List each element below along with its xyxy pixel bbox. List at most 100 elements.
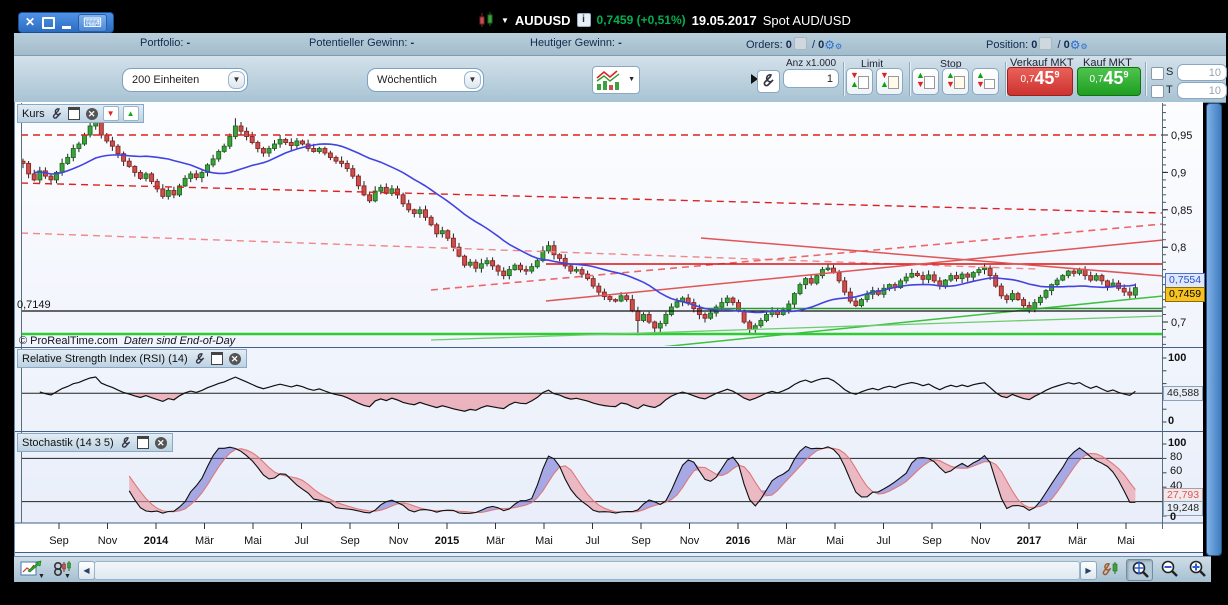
wrench-icon[interactable] bbox=[118, 436, 132, 449]
zoom-in-button[interactable] bbox=[1184, 559, 1209, 579]
vertical-scrollbar[interactable] bbox=[1206, 103, 1222, 556]
target-distance-input[interactable] bbox=[1177, 82, 1227, 99]
position-box-icon[interactable] bbox=[1039, 37, 1052, 50]
arrow-down-button[interactable]: ▼ bbox=[103, 106, 119, 121]
zoom-area-icon bbox=[1129, 560, 1151, 578]
stop-checkbox[interactable] bbox=[1151, 67, 1164, 80]
svg-text:Mär: Mär bbox=[1068, 535, 1087, 547]
chart-canvas[interactable]: 0,95 0,9 0,85 0,8 0,7 Sep Nov 2014 Mär M… bbox=[15, 102, 1203, 556]
svg-text:Mai: Mai bbox=[244, 535, 262, 547]
scrollbar-left-button[interactable]: ◀ bbox=[78, 561, 95, 580]
stop-distance-input[interactable] bbox=[1177, 64, 1227, 81]
svg-text:0,9: 0,9 bbox=[1171, 167, 1186, 179]
svg-text:Jul: Jul bbox=[876, 535, 890, 547]
timeframe-dropdown[interactable]: Wöchentlich ▼ bbox=[367, 68, 484, 92]
zoom-out-icon bbox=[1158, 559, 1180, 577]
svg-text:Mär: Mär bbox=[777, 535, 796, 547]
svg-text:0,7: 0,7 bbox=[1171, 317, 1186, 329]
svg-text:0,95: 0,95 bbox=[1171, 130, 1192, 142]
scrollbar-right-button[interactable]: ▶ bbox=[1080, 561, 1097, 580]
units-dropdown-value: 200 Einheiten bbox=[132, 74, 199, 86]
window-icon[interactable] bbox=[67, 107, 81, 120]
window-controls[interactable]: ✕ ⌨ bbox=[18, 12, 114, 33]
stochastic-panel-title: Stochastik (14 3 5) bbox=[22, 437, 114, 449]
chevron-down-icon[interactable]: ▼ bbox=[464, 71, 481, 89]
new-chart-button[interactable]: ▼ bbox=[20, 559, 46, 584]
order-settings-button[interactable] bbox=[757, 70, 780, 93]
svg-text:Nov: Nov bbox=[389, 535, 409, 547]
stoch-60-label: 60 bbox=[1170, 465, 1182, 477]
svg-text:Nov: Nov bbox=[680, 535, 700, 547]
stoch-min-label: 0 bbox=[1170, 511, 1176, 523]
kurs-panel-header: Kurs ✕ ▼ ▲ bbox=[17, 104, 144, 123]
symbol-label: AUDUSD bbox=[515, 13, 571, 28]
minimize-icon[interactable] bbox=[62, 26, 71, 29]
wrench-chart-icon bbox=[1100, 560, 1120, 579]
stop-folder-button[interactable]: ▲▼ bbox=[972, 68, 999, 95]
chevron-down-icon[interactable]: ▼ bbox=[628, 76, 635, 83]
new-chart-icon: ▼ bbox=[20, 559, 46, 579]
stochastic-panel-header: Stochastik (14 3 5) ✕ bbox=[17, 433, 173, 452]
close-icon[interactable]: ✕ bbox=[85, 107, 99, 120]
svg-text:Nov: Nov bbox=[98, 535, 118, 547]
limit-order-button[interactable]: ▼▲ bbox=[876, 68, 903, 95]
support-level-label: 0,7149 bbox=[17, 299, 51, 311]
link-chart-button[interactable]: ▼ bbox=[52, 559, 76, 584]
maximize-icon[interactable] bbox=[42, 17, 55, 29]
chevron-down-icon[interactable]: ▼ bbox=[228, 71, 245, 89]
info-icon[interactable]: i bbox=[577, 13, 591, 27]
svg-text:Mai: Mai bbox=[535, 535, 553, 547]
chart-style-icon bbox=[595, 68, 623, 92]
rsi-max-label: 100 bbox=[1168, 352, 1186, 364]
instrument-label: Spot AUD/USD bbox=[763, 13, 851, 28]
target-checkbox[interactable] bbox=[1151, 85, 1164, 98]
window-icon[interactable] bbox=[136, 436, 150, 449]
svg-text:0,8: 0,8 bbox=[1171, 242, 1186, 254]
chevron-down-icon[interactable]: ▼ bbox=[501, 16, 509, 25]
window-icon[interactable] bbox=[210, 352, 224, 365]
rsi-value-chip: 46,588 bbox=[1163, 386, 1203, 401]
kurs-panel-title: Kurs bbox=[22, 108, 45, 120]
quantity-label: Anz x1.000 bbox=[786, 58, 836, 69]
svg-text:▼: ▼ bbox=[64, 573, 71, 579]
zoom-out-button[interactable] bbox=[1156, 559, 1181, 579]
orders-item: Orders: 0 / 0⚙⚙ bbox=[746, 37, 842, 52]
quantity-input[interactable] bbox=[783, 69, 839, 88]
title-bar: ▼ AUDUSD i 0,7459 (+0,51%) 19.05.2017 Sp… bbox=[478, 9, 851, 31]
units-dropdown[interactable]: 200 Einheiten ▼ bbox=[122, 68, 248, 92]
svg-text:2014: 2014 bbox=[144, 535, 169, 547]
svg-text:Jul: Jul bbox=[585, 535, 599, 547]
target-checkbox-label: T bbox=[1166, 84, 1173, 96]
date-label: 19.05.2017 bbox=[692, 13, 757, 28]
wrench-icon[interactable] bbox=[49, 107, 63, 120]
svg-text:▼: ▼ bbox=[38, 573, 45, 579]
arrow-up-button[interactable]: ▲ bbox=[123, 106, 139, 121]
svg-text:Jul: Jul bbox=[294, 535, 308, 547]
sell-market-button[interactable]: 0,7459 bbox=[1007, 67, 1073, 96]
close-icon[interactable]: ✕ bbox=[154, 436, 168, 449]
close-icon[interactable]: ✕ bbox=[228, 352, 242, 365]
stop-order-button[interactable]: ▲▼ bbox=[942, 68, 969, 95]
stoch-80-label: 80 bbox=[1170, 451, 1182, 463]
chart-region[interactable]: 0,95 0,9 0,85 0,8 0,7 Sep Nov 2014 Mär M… bbox=[14, 102, 1203, 556]
bottom-toolbar: ▼ ▼ ◀ ▶ bbox=[14, 556, 1211, 582]
svg-text:2015: 2015 bbox=[435, 535, 459, 547]
keyboard-icon[interactable]: ⌨ bbox=[78, 14, 107, 32]
timeframe-dropdown-value: Wöchentlich bbox=[377, 74, 437, 86]
main-toolbar: 200 Einheiten ▼ Wöchentlich ▼ ▼ Anz x1.0… bbox=[14, 56, 1226, 103]
wrench-icon[interactable] bbox=[192, 352, 206, 365]
stoch-100-label: 100 bbox=[1168, 437, 1186, 449]
close-icon[interactable]: ✕ bbox=[25, 13, 35, 32]
wrench-icon bbox=[759, 72, 776, 89]
stop-close-button[interactable]: ▲▼ bbox=[912, 68, 939, 95]
buy-market-button[interactable]: 0,7459 bbox=[1077, 67, 1141, 96]
zoom-select-button[interactable] bbox=[1126, 559, 1153, 581]
chart-style-button[interactable]: ▼ bbox=[592, 66, 640, 94]
position-gear-icon[interactable]: ⚙⚙ bbox=[1070, 38, 1088, 52]
orders-gear-icon[interactable]: ⚙⚙ bbox=[824, 38, 842, 52]
orders-box-icon[interactable] bbox=[794, 37, 807, 50]
limit-close-button[interactable]: ▼▲ bbox=[846, 68, 873, 95]
scrollbar-track[interactable] bbox=[94, 561, 1080, 580]
chart-settings-button[interactable] bbox=[1100, 560, 1120, 584]
svg-text:2016: 2016 bbox=[726, 535, 750, 547]
